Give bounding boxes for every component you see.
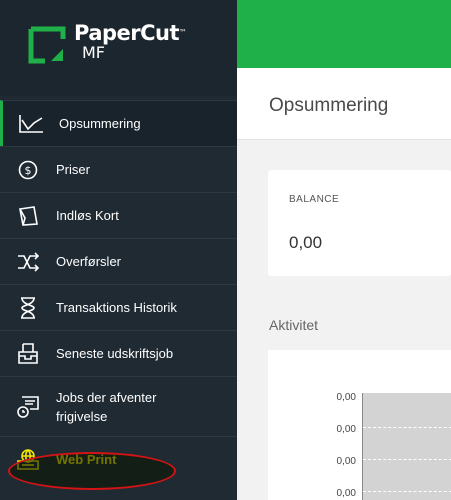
web-print-icon xyxy=(0,448,56,471)
logo-product: MF xyxy=(82,43,106,62)
svg-text:$: $ xyxy=(25,164,32,177)
activity-title: Aktivitet xyxy=(269,317,319,333)
y-tick-label: 0,00 xyxy=(336,392,356,403)
balance-card xyxy=(268,170,451,276)
sidebar-item-web-print[interactable]: Web Print xyxy=(0,436,237,482)
sidebar-item-jobs-afventer[interactable]: Jobs der afventer frigivelse xyxy=(0,376,237,436)
sidebar-item-label: Overførsler xyxy=(56,254,121,269)
hourglass-icon xyxy=(0,296,56,319)
y-tick-label: 0,00 xyxy=(336,456,356,467)
sidebar-item-overforsler[interactable]: Overførsler xyxy=(0,238,237,284)
card-icon xyxy=(0,205,56,226)
transfer-icon xyxy=(0,251,56,272)
chart-gridline xyxy=(363,459,451,460)
dollar-icon: $ xyxy=(0,160,56,180)
sidebar-item-label: Jobs der afventer frigivelse xyxy=(56,389,157,424)
sidebar-item-priser[interactable]: $ Priser xyxy=(0,146,237,192)
sidebar-item-transaktions-historik[interactable]: Transaktions Historik xyxy=(0,284,237,330)
printer-tray-icon xyxy=(0,342,56,365)
sidebar-nav: Opsummering $ Priser Indløs Kort Overfør… xyxy=(0,100,237,482)
sidebar: PaperCut™ MF Opsummering $ Priser Indløs… xyxy=(0,0,237,500)
sidebar-item-label: Priser xyxy=(56,162,90,177)
sidebar-item-indlos-kort[interactable]: Indløs Kort xyxy=(0,192,237,238)
chart-gridline xyxy=(363,427,451,428)
page-title: Opsummering xyxy=(269,95,389,116)
sidebar-item-seneste-udskriftsjob[interactable]: Seneste udskriftsjob xyxy=(0,330,237,376)
sidebar-item-label: Web Print xyxy=(56,452,117,467)
balance-value: 0,00 xyxy=(289,233,323,252)
papercut-logo[interactable]: PaperCut™ MF xyxy=(0,0,237,96)
top-header-bar xyxy=(237,0,451,68)
pending-print-icon xyxy=(0,395,56,419)
y-tick-label: 0,00 xyxy=(336,488,356,499)
logo-name: PaperCut™ xyxy=(74,21,187,45)
y-tick-label: 0,00 xyxy=(336,424,356,435)
sidebar-item-label: Indløs Kort xyxy=(56,208,119,223)
sidebar-item-label: Transaktions Historik xyxy=(56,300,177,315)
papercut-logo-icon xyxy=(28,26,66,64)
chart-line-icon xyxy=(3,114,59,134)
balance-label: BALANCE xyxy=(289,194,340,205)
sidebar-item-label: Opsummering xyxy=(59,116,141,131)
sidebar-item-opsummering[interactable]: Opsummering xyxy=(0,100,237,146)
chart-gridline xyxy=(363,491,451,492)
activity-chart-area xyxy=(362,393,451,500)
sidebar-item-label: Seneste udskriftsjob xyxy=(56,346,174,361)
